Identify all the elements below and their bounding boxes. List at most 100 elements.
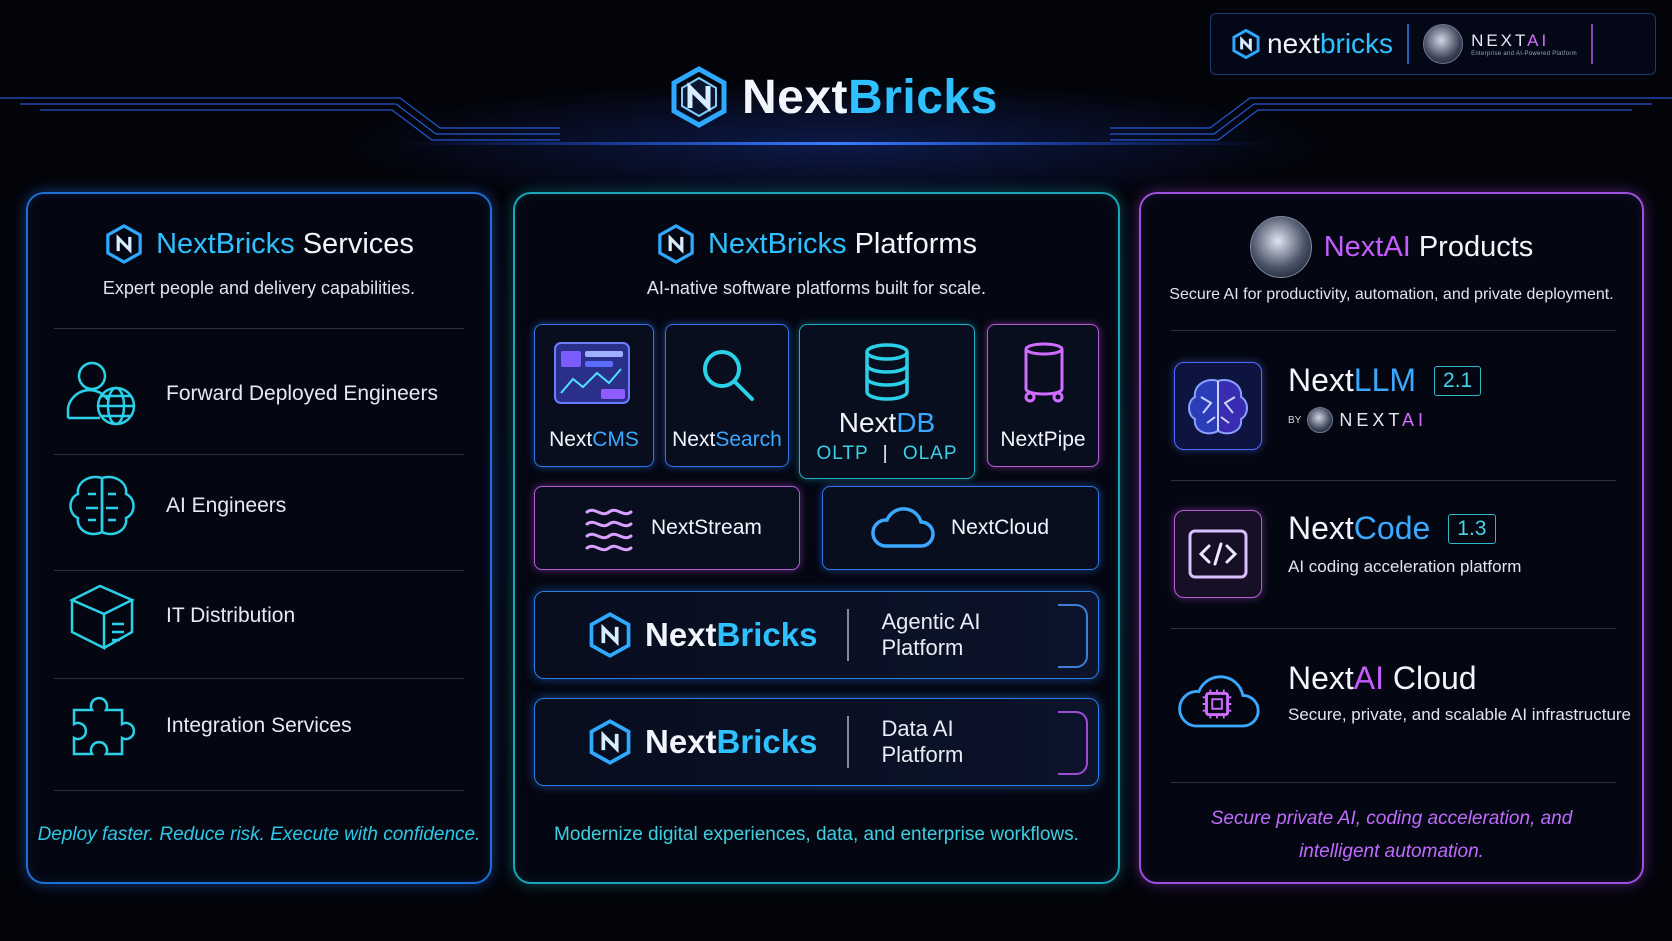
platforms-title: NextBricks Platforms — [515, 224, 1118, 264]
platforms-title-rest: Platforms — [854, 227, 978, 260]
robot-avatar-icon — [1249, 216, 1312, 278]
product-description: Secure, private, and scalable AI infrast… — [1288, 705, 1632, 724]
code-icon — [1174, 510, 1262, 598]
partner-separator — [1407, 24, 1410, 64]
llm-brain-icon — [1174, 362, 1262, 450]
partner-nb-prefix: next — [1267, 28, 1320, 59]
tile-suffix: Pipe — [1043, 428, 1086, 451]
bar-bracket-decoration — [1058, 711, 1088, 775]
search-icon — [703, 350, 754, 401]
tile-label: NextCMS — [549, 428, 639, 466]
by-label: BY — [1288, 414, 1302, 426]
by-prefix: NEXT — [1339, 409, 1403, 430]
bar-line1: Agentic AI — [881, 609, 981, 634]
partner-nb-suffix: bricks — [1319, 28, 1394, 59]
pipe-icon — [1024, 342, 1064, 403]
partner-logos: next bricks NEXTAI Enterprise and AI-Powe… — [1210, 13, 1656, 75]
divider — [54, 790, 464, 791]
tile-label: NextPipe — [1000, 428, 1085, 466]
service-item-ai-engineers: AI Engineers — [64, 468, 286, 544]
product-nextllm[interactable]: NextLLM 2.1 BY NEXTAI — [1174, 362, 1482, 450]
products-title-rest: Products — [1418, 230, 1534, 263]
puzzle-icon — [72, 696, 136, 756]
divider — [54, 678, 464, 679]
nextbricks-logo-icon — [671, 66, 727, 128]
db-oltp: OLTP — [816, 443, 869, 464]
tile-prefix: Next — [838, 407, 897, 438]
tile-nextstream[interactable]: NextStream — [534, 486, 800, 570]
product-nextcode[interactable]: NextCode 1.3 AI coding acceleration platf… — [1174, 510, 1521, 598]
data-ai-platform-bar[interactable]: NextBricks Data AI Platform — [534, 698, 1099, 786]
service-item-forward-deployed: Forward Deployed Engineers — [64, 356, 438, 432]
db-modes: OLTP | OLAP — [816, 443, 957, 465]
services-title-rest: Services — [302, 227, 414, 260]
products-footer-line2: intelligent automation. — [1299, 841, 1484, 862]
database-icon — [865, 343, 909, 401]
divider — [54, 570, 464, 571]
bar-line2: Platform — [881, 742, 964, 767]
service-label: Forward Deployed Engineers — [166, 382, 438, 405]
version-badge: 1.3 — [1448, 513, 1496, 544]
tile-nextsearch[interactable]: NextSearch — [665, 324, 789, 467]
tile-nextdb[interactable]: NextDB OLTP | OLAP — [799, 324, 975, 479]
product-suffix: LLM — [1353, 362, 1417, 398]
service-item-integration: Integration Services — [64, 688, 352, 764]
by-nextai: BY NEXTAI — [1288, 407, 1481, 433]
agentic-ai-platform-bar[interactable]: NextBricks Agentic AI Platform — [534, 591, 1099, 679]
partner-nx-prefix: NEXT — [1471, 31, 1528, 50]
product-suffix: Code — [1353, 510, 1431, 546]
product-mid: AI — [1353, 660, 1385, 696]
engineer-globe-icon — [66, 361, 136, 426]
robot-avatar-icon — [1423, 24, 1464, 64]
bar-bracket-decoration — [1058, 604, 1088, 668]
bar-line2: Platform — [881, 635, 964, 660]
product-nextai-cloud[interactable]: NextAI Cloud Secure, private, and scalab… — [1174, 660, 1631, 748]
divider — [54, 454, 464, 455]
by-suffix: AI — [1402, 409, 1428, 430]
nextbricks-logo-icon — [658, 224, 694, 264]
db-separator: | — [882, 443, 889, 464]
nextbricks-logo-icon — [589, 612, 631, 658]
bar-brand-suffix: Bricks — [716, 616, 818, 653]
products-title: NextAI Products — [1141, 216, 1642, 278]
bar-separator — [847, 716, 850, 768]
platforms-subtitle: AI-native software platforms built for s… — [646, 278, 987, 298]
tile-label: NextSearch — [672, 428, 782, 466]
tile-prefix: Next — [549, 428, 593, 451]
stream-waves-icon — [585, 508, 633, 552]
tile-nextpipe[interactable]: NextPipe — [987, 324, 1099, 467]
divider — [1171, 480, 1616, 481]
partner-nx-suffix: AI — [1527, 31, 1550, 50]
products-footer: Secure private AI, coding acceleration, … — [1141, 802, 1642, 868]
version-badge: 2.1 — [1434, 365, 1482, 396]
cloud-chip-icon — [1174, 660, 1262, 748]
tile-nextcloud[interactable]: NextCloud — [822, 486, 1099, 570]
platforms-title-brand: NextBricks — [707, 227, 847, 260]
partner-separator-2 — [1590, 24, 1593, 64]
tile-nextcms[interactable]: NextCMS — [534, 324, 654, 467]
bar-brand-prefix: Next — [645, 616, 717, 653]
divider — [1171, 628, 1616, 629]
db-olap: OLAP — [902, 443, 958, 464]
services-title-brand: NextBricks — [156, 227, 295, 260]
platforms-footer: Modernize digital experiences, data, and… — [554, 824, 1079, 845]
tile-prefix: Next — [672, 428, 716, 451]
bar-separator — [847, 609, 850, 661]
products-subtitle: Secure AI for productivity, automation, … — [1169, 286, 1614, 303]
product-suffix: Cloud — [1384, 660, 1477, 696]
service-label: IT Distribution — [166, 604, 296, 627]
product-prefix: Next — [1288, 510, 1354, 546]
service-item-it-distribution: IT Distribution — [64, 578, 295, 654]
tile-prefix: Next — [1000, 428, 1044, 451]
nextbricks-partner-logo: next bricks — [1231, 28, 1393, 60]
tile-label: NextStream — [651, 516, 762, 539]
service-label: Integration Services — [166, 714, 352, 737]
nextai-partner-logo: NEXTAI Enterprise and AI-Powered Platfor… — [1423, 24, 1577, 64]
nextbricks-logo-icon — [589, 719, 631, 765]
bar-brand-suffix: Bricks — [716, 723, 818, 760]
cloud-icon — [871, 507, 935, 548]
tile-label: NextCloud — [951, 516, 1050, 539]
products-title-brand: NextAI — [1323, 230, 1411, 263]
services-footer: Deploy faster. Reduce risk. Execute with… — [37, 824, 481, 845]
robot-avatar-icon — [1307, 407, 1334, 433]
